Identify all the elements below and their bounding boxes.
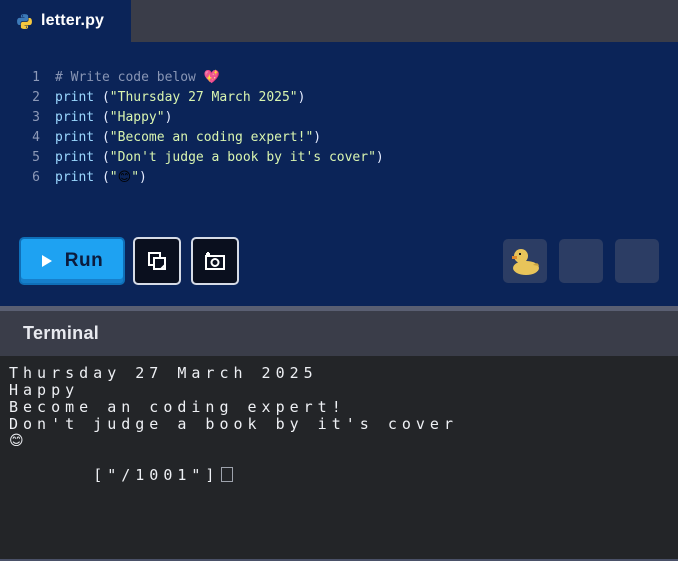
code-string-quote: " (109, 170, 118, 185)
code-area[interactable]: 1 # Write code below 💖 2 print ("Thursda… (0, 68, 384, 188)
code-comment: # Write code below (55, 70, 204, 85)
terminal-title: Terminal (23, 323, 100, 343)
copy-button[interactable] (133, 237, 181, 285)
terminal-line: 😊 (9, 433, 24, 449)
code-keyword: print (55, 170, 95, 185)
code-line[interactable]: 1 # Write code below 💖 (0, 68, 384, 88)
empty-slot[interactable] (559, 239, 603, 283)
code-keyword: print (55, 110, 95, 125)
file-tab[interactable]: letter.py (0, 0, 131, 42)
code-paren: ( (94, 90, 110, 105)
terminal-cursor (221, 467, 234, 482)
code-paren: ) (297, 90, 306, 105)
code-editor-app: letter.py 1 # Write code below 💖 2 print… (0, 0, 678, 561)
code-line[interactable]: 2 print ("Thursday 27 March 2025") (0, 88, 384, 108)
code-string-quote: " (131, 170, 140, 185)
run-button[interactable]: Run (19, 237, 125, 285)
code-keyword: print (55, 130, 95, 145)
code-line[interactable]: 5 print ("Don't judge a book by it's cov… (0, 148, 384, 168)
terminal-output[interactable]: Thursday 27 March 2025 Happy Become an c… (0, 356, 678, 559)
screenshot-icon (205, 252, 225, 270)
line-number: 1 (32, 70, 40, 85)
code-line[interactable]: 6 print (" 😊 ") (0, 168, 384, 188)
editor-toolbar: Run (0, 237, 678, 287)
terminal-prompt: ["/1001"] (93, 466, 220, 484)
line-number: 3 (32, 110, 40, 125)
copy-icon (148, 252, 166, 270)
code-line[interactable]: 4 print ("Become an coding expert!") (0, 128, 384, 148)
run-button-label: Run (64, 250, 104, 271)
code-paren: ( (94, 130, 110, 145)
terminal-header: Terminal (0, 311, 678, 356)
code-paren: ) (139, 170, 147, 185)
code-line[interactable]: 3 print ("Happy") (0, 108, 384, 128)
screenshot-button[interactable] (191, 237, 239, 285)
smile-emoji: 😊 (117, 170, 132, 185)
code-paren: ( (94, 110, 110, 125)
code-string: "Happy" (109, 110, 165, 125)
code-keyword: print (55, 150, 95, 165)
code-paren: ( (94, 170, 110, 185)
play-icon (41, 255, 52, 267)
line-number: 4 (32, 130, 40, 145)
line-number: 2 (32, 90, 40, 105)
code-string: "Become an coding expert!" (109, 130, 314, 145)
code-keyword: print (55, 90, 95, 105)
tab-bar: letter.py (0, 0, 678, 42)
code-paren: ( (94, 150, 110, 165)
code-paren: ) (375, 150, 384, 165)
heart-emoji: 💖 (203, 70, 220, 85)
tab-filename: letter.py (41, 12, 105, 29)
empty-slot[interactable] (615, 239, 659, 283)
code-paren: ) (313, 130, 322, 145)
code-string: "Don't judge a book by it's cover" (109, 150, 376, 165)
python-icon (17, 13, 32, 29)
line-number: 5 (32, 150, 40, 165)
code-string: "Thursday 27 March 2025" (109, 90, 298, 105)
code-editor[interactable]: 1 # Write code below 💖 2 print ("Thursda… (0, 42, 678, 306)
terminal-line: Don't judge a book by it's cover (9, 415, 458, 433)
terminal-line: Happy (9, 381, 80, 399)
rubber-duck-icon (512, 249, 539, 275)
terminal-line: Become an coding expert! (9, 398, 346, 416)
code-paren: ) (164, 110, 173, 125)
rubber-duck-slot[interactable] (503, 239, 547, 283)
terminal-prompt-line[interactable]: ["/1001"] (9, 450, 678, 484)
line-number: 6 (32, 170, 40, 185)
terminal-line: Thursday 27 March 2025 (9, 364, 318, 382)
